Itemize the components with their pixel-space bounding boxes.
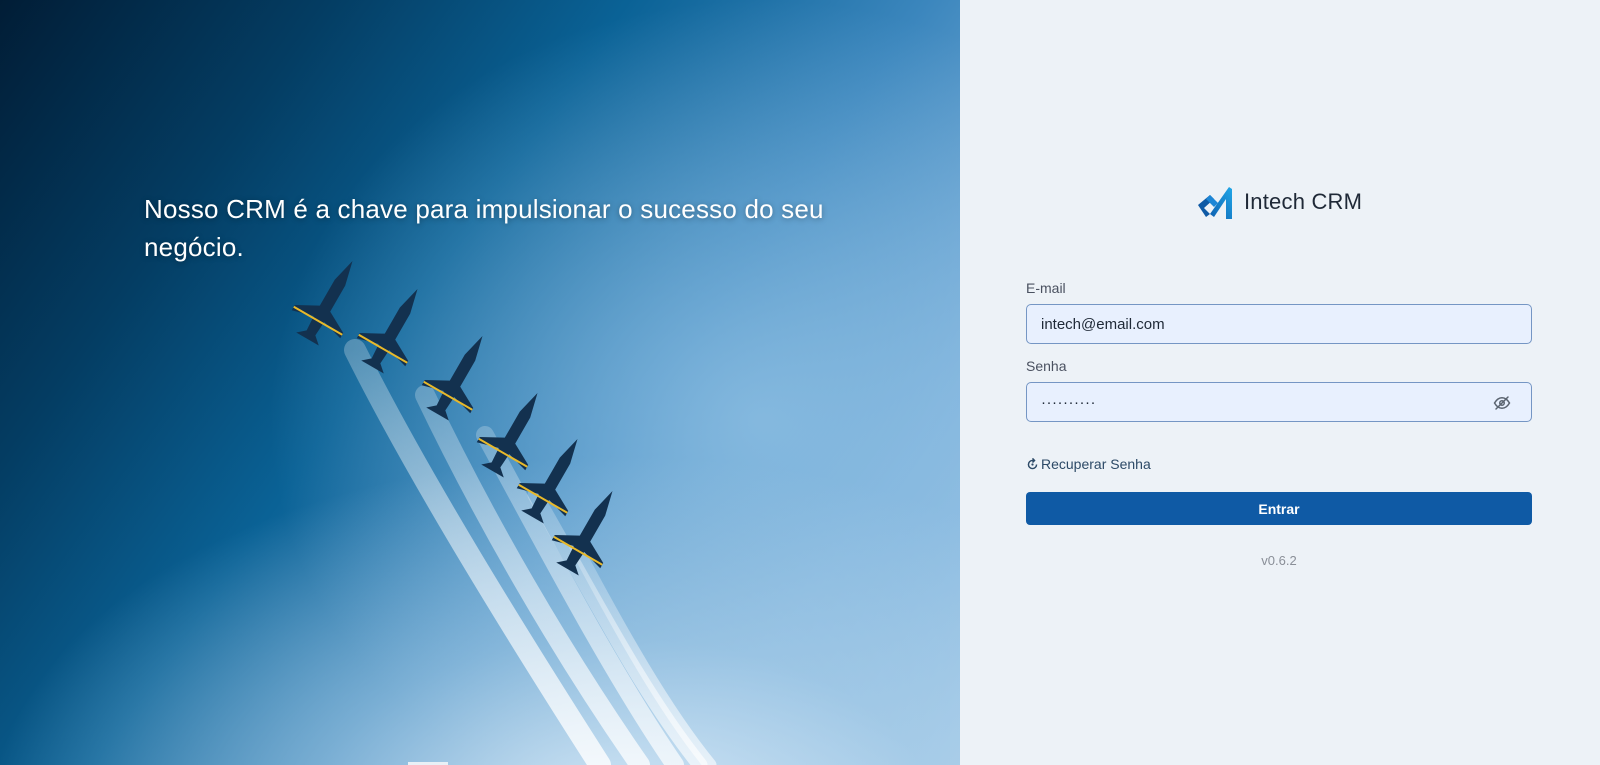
refresh-icon	[1027, 457, 1038, 469]
email-field[interactable]: intech@email.com	[1026, 304, 1532, 344]
jets-illustration	[291, 261, 717, 765]
smoke-trails	[344, 339, 717, 765]
email-value[interactable]: intech@email.com	[1027, 316, 1165, 333]
eye-off-icon[interactable]	[1493, 394, 1511, 412]
brand: Intech CRM	[1196, 182, 1362, 222]
email-label: E-mail	[1026, 280, 1066, 296]
password-value[interactable]: ··········	[1027, 394, 1096, 411]
recover-password-label[interactable]: Recuperar Senha	[1041, 456, 1151, 472]
login-button[interactable]: Entrar	[1026, 492, 1532, 525]
recover-password-link[interactable]: Recuperar Senha	[1026, 456, 1151, 472]
version-label: v0.6.2	[1261, 553, 1297, 568]
hero-panel: Nosso CRM é a chave para impulsionar o s…	[0, 0, 960, 765]
login-form: E-mail intech@email.com Senha ··········…	[1026, 280, 1534, 568]
password-label: Senha	[1026, 358, 1067, 374]
password-field[interactable]: ··········	[1026, 382, 1532, 422]
brand-name: Intech CRM	[1244, 189, 1363, 214]
login-panel: Intech CRM E-mail intech@email.com Senha…	[960, 0, 1600, 765]
intech-logo-icon	[1198, 187, 1232, 219]
hero-tagline: Nosso CRM é a chave para impulsionar o s…	[144, 194, 824, 262]
